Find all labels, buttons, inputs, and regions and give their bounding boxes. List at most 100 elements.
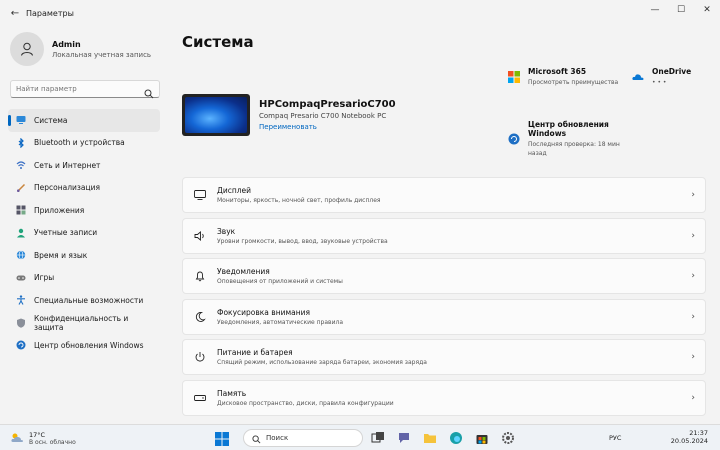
chevron-right-icon: › bbox=[691, 190, 695, 200]
taskbar-clock[interactable]: 21:37 20.05.2024 bbox=[671, 429, 708, 445]
chevron-right-icon: › bbox=[691, 271, 695, 281]
weather-temp: 17°C bbox=[29, 431, 46, 439]
title-bar: ← Параметры bbox=[0, 0, 720, 26]
display-icon bbox=[193, 188, 207, 202]
card-storage[interactable]: Память Дисковое пространство, диски, прав… bbox=[182, 379, 706, 416]
onedrive-cloud-icon bbox=[632, 68, 644, 80]
network-icon bbox=[16, 160, 26, 170]
sidebar-item-label: Конфиденциальность и защита bbox=[34, 313, 129, 332]
promo-subtitle: • • • bbox=[652, 79, 667, 86]
avatar bbox=[10, 32, 44, 66]
storage-icon bbox=[193, 391, 207, 405]
sidebar-item-label: Сеть и Интернет bbox=[34, 160, 101, 170]
file-explorer-icon[interactable] bbox=[422, 430, 438, 446]
promo-subtitle: Последняя проверка: 18 мин назад bbox=[528, 141, 620, 157]
edge-browser-icon[interactable] bbox=[448, 430, 464, 446]
card-subtitle: Уведомления, автоматические правила bbox=[217, 318, 343, 326]
card-title: Уведомления bbox=[217, 267, 270, 276]
promo-title: OneDrive bbox=[652, 67, 692, 76]
bluetooth-icon bbox=[16, 137, 26, 148]
apps-icon bbox=[16, 205, 26, 215]
promo-subtitle: Просмотреть преимущества bbox=[528, 79, 619, 86]
sidebar-item-windows-update[interactable]: Центр обновления Windows bbox=[8, 334, 160, 357]
taskbar-apps bbox=[370, 430, 526, 446]
sidebar-nav: Система Bluetooth и устройства Сеть и Ин… bbox=[8, 109, 160, 357]
window-controls: — ☐ ✕ bbox=[642, 0, 720, 20]
search-icon[interactable] bbox=[144, 84, 154, 103]
device-name: HPCompaqPresarioC700 bbox=[259, 99, 396, 110]
chevron-right-icon: › bbox=[691, 230, 695, 241]
sidebar-item-bluetooth[interactable]: Bluetooth и устройства bbox=[8, 132, 160, 155]
start-windows-icon[interactable] bbox=[215, 431, 229, 450]
globe-icon bbox=[16, 250, 26, 260]
sidebar-item-label: Специальные возможности bbox=[34, 295, 144, 305]
promo-title: Microsoft 365 bbox=[528, 67, 587, 76]
sidebar-item-label: Игры bbox=[34, 273, 55, 283]
teams-chat-icon[interactable] bbox=[396, 430, 412, 446]
keyboard-language[interactable]: РУС bbox=[609, 434, 621, 442]
sidebar-item-label: Персонализация bbox=[34, 183, 100, 193]
rename-link[interactable]: Переименовать bbox=[259, 123, 396, 131]
user-name: Admin bbox=[52, 39, 81, 49]
sidebar-item-privacy[interactable]: Конфиденциальность и защита bbox=[8, 312, 160, 335]
sidebar-item-personalization[interactable]: Персонализация bbox=[8, 177, 160, 200]
focus-icon bbox=[193, 310, 207, 324]
settings-search[interactable] bbox=[10, 80, 160, 99]
account-type: Локальная учетная запись bbox=[52, 50, 152, 59]
task-view-icon[interactable] bbox=[370, 430, 386, 446]
update-icon bbox=[508, 130, 520, 145]
chevron-right-icon: › bbox=[691, 311, 695, 322]
card-title: Память bbox=[217, 388, 247, 398]
bell-icon bbox=[193, 269, 207, 283]
promo-microsoft-365[interactable]: Microsoft 365 Просмотреть преимущества bbox=[508, 67, 618, 87]
window-title: Параметры bbox=[26, 8, 74, 18]
back-arrow-icon[interactable]: ← bbox=[4, 8, 26, 19]
device-info: HPCompaqPresarioC700 Compaq Presario C70… bbox=[182, 94, 396, 136]
card-subtitle: Оповещения от приложений и системы bbox=[217, 278, 343, 285]
sidebar-item-label: Bluetooth и устройства bbox=[34, 138, 125, 148]
card-notifications[interactable]: Уведомления Оповещения от приложений и си… bbox=[182, 258, 706, 294]
settings-cards: Дисплей Мониторы, яркость, ночной свет, п… bbox=[182, 177, 706, 420]
promo-onedrive[interactable]: OneDrive • • • bbox=[632, 67, 691, 87]
user-profile[interactable]: Admin Локальная учетная запись bbox=[10, 32, 151, 66]
sidebar-item-label: Приложения bbox=[34, 205, 85, 215]
card-display[interactable]: Дисплей Мониторы, яркость, ночной свет, п… bbox=[182, 177, 706, 213]
close-icon[interactable]: ✕ bbox=[694, 0, 720, 20]
card-power-battery[interactable]: Питание и батарея Спящий режим, использов… bbox=[182, 339, 706, 375]
clock-date: 20.05.2024 bbox=[670, 437, 708, 445]
chevron-right-icon: › bbox=[691, 352, 695, 362]
minimize-icon[interactable]: — bbox=[642, 0, 668, 20]
chevron-right-icon: › bbox=[691, 392, 695, 403]
sidebar-item-apps[interactable]: Приложения bbox=[8, 199, 160, 222]
card-focus-assist[interactable]: Фокусировка внимания Уведомления, автомат… bbox=[182, 298, 706, 335]
person-icon bbox=[16, 228, 26, 238]
sidebar-item-label: Центр обновления Windows bbox=[34, 340, 144, 350]
clock-time: 21:37 bbox=[689, 429, 708, 437]
promo-windows-update[interactable]: Центр обновления Windows Последняя прове… bbox=[508, 120, 628, 158]
sidebar-item-network[interactable]: Сеть и Интернет bbox=[8, 154, 160, 177]
card-title: Фокусировка внимания bbox=[217, 307, 311, 317]
search-input[interactable] bbox=[11, 85, 141, 93]
maximize-icon[interactable]: ☐ bbox=[668, 0, 694, 20]
sidebar-item-gaming[interactable]: Игры bbox=[8, 267, 160, 290]
update-icon bbox=[16, 340, 26, 350]
store-icon[interactable] bbox=[474, 430, 490, 446]
weather-cloud-icon bbox=[10, 429, 24, 448]
promo-title: Центр обновления Windows bbox=[528, 120, 609, 138]
card-subtitle: Спящий режим, использование заряда батар… bbox=[217, 359, 427, 366]
microsoft-logo-icon bbox=[508, 68, 520, 83]
weather-desc: В осн. облачно bbox=[29, 439, 76, 446]
speaker-icon bbox=[193, 229, 207, 243]
brush-icon bbox=[16, 183, 26, 193]
card-subtitle: Уровни громкости, вывод, ввод, звуковые … bbox=[217, 237, 388, 245]
sidebar-item-accounts[interactable]: Учетные записи bbox=[8, 222, 160, 245]
taskbar-search[interactable]: Поиск bbox=[243, 429, 363, 447]
sidebar-item-accessibility[interactable]: Специальные возможности bbox=[8, 289, 160, 312]
settings-gear-icon[interactable] bbox=[500, 430, 516, 446]
accessibility-icon bbox=[16, 295, 26, 306]
card-sound[interactable]: Звук Уровни громкости, вывод, ввод, звуко… bbox=[182, 217, 706, 254]
sidebar-item-system[interactable]: Система bbox=[8, 109, 160, 132]
taskbar-search-label: Поиск bbox=[266, 434, 289, 442]
sidebar-item-time-language[interactable]: Время и язык bbox=[8, 244, 160, 267]
weather-widget[interactable]: 17°C В осн. облачно bbox=[10, 429, 76, 448]
